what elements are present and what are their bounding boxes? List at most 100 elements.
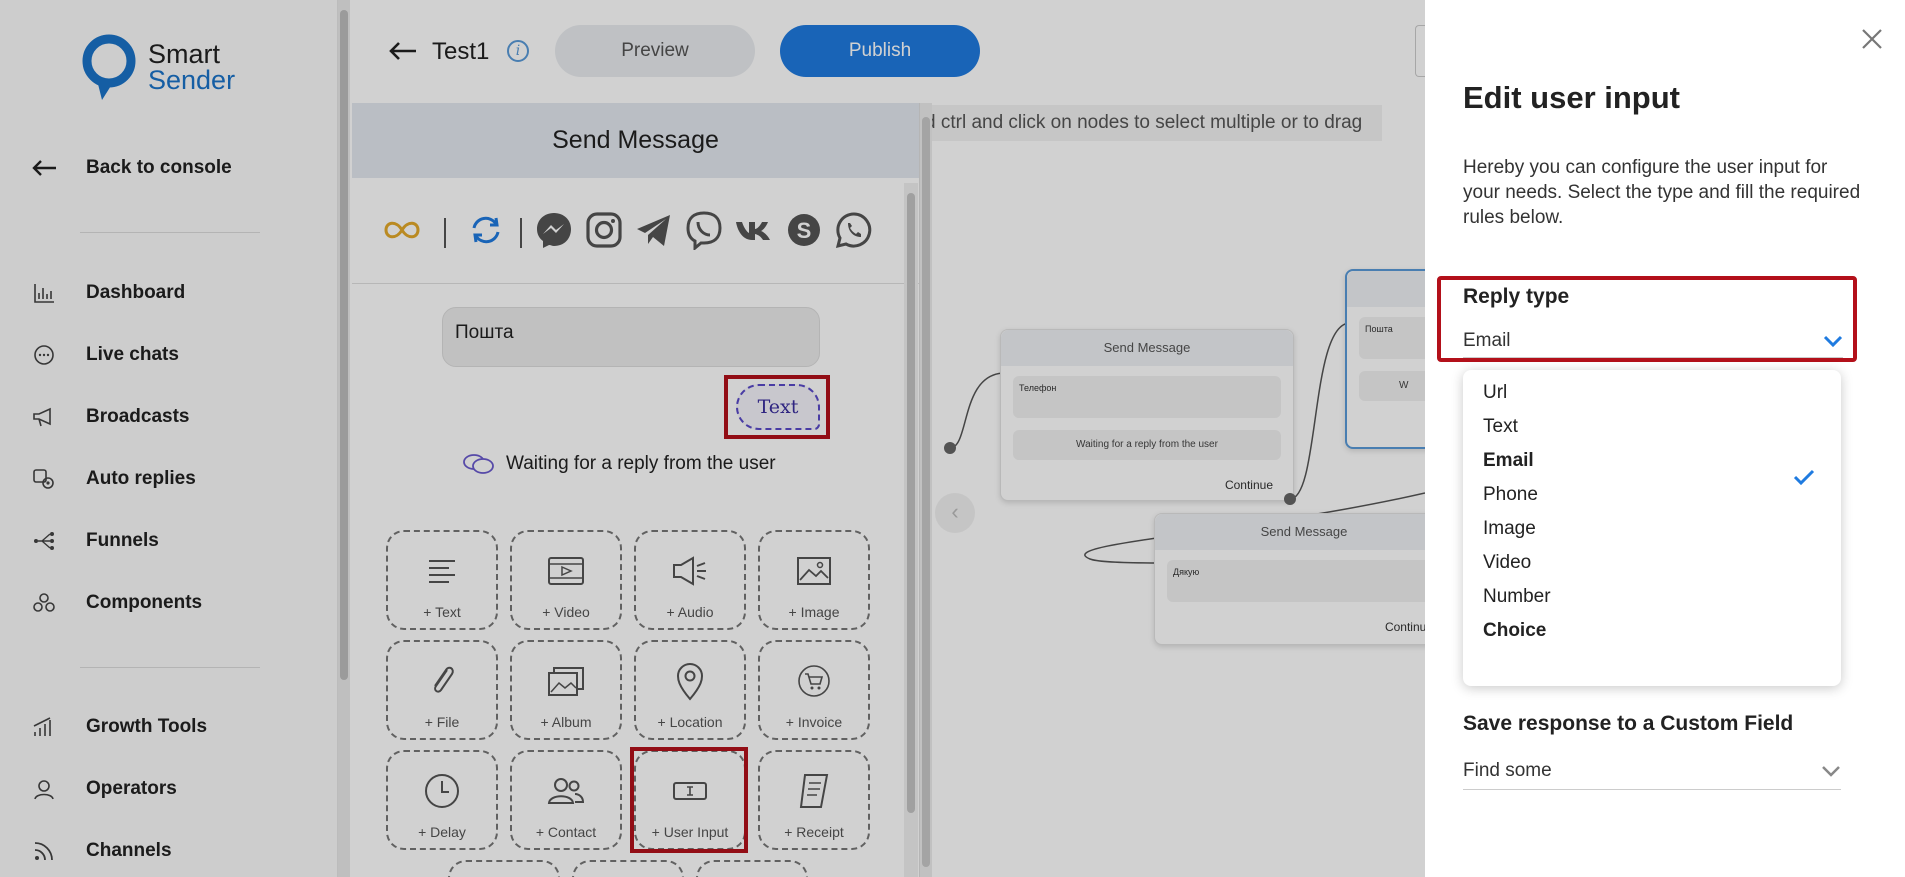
canvas-scrollbar[interactable] bbox=[920, 103, 932, 877]
add-audio-block[interactable]: + Audio bbox=[634, 530, 746, 630]
sidebar-item-live-chats[interactable]: Live chats bbox=[30, 340, 179, 370]
add-album-block[interactable]: + Album bbox=[510, 640, 622, 740]
node-message: Телефон bbox=[1013, 376, 1281, 418]
instagram-icon[interactable] bbox=[584, 210, 624, 250]
video-icon bbox=[512, 552, 620, 590]
custom-field-select[interactable]: Find some bbox=[1463, 760, 1841, 790]
add-contact-block[interactable]: + Contact bbox=[510, 750, 622, 850]
block-label: + Location bbox=[657, 714, 723, 730]
add-invoice-block[interactable]: + Invoice bbox=[758, 640, 870, 740]
scroll-thumb[interactable] bbox=[907, 193, 915, 813]
node-title: Send Message bbox=[1155, 514, 1425, 550]
sidebar-item-broadcasts[interactable]: Broadcasts bbox=[30, 402, 190, 432]
separator bbox=[444, 218, 446, 248]
info-icon[interactable]: i bbox=[507, 40, 529, 62]
paperclip-icon bbox=[388, 662, 496, 700]
logo: Smart Sender bbox=[80, 32, 235, 102]
option-image[interactable]: Image bbox=[1483, 518, 1536, 540]
connector-dot[interactable] bbox=[1284, 493, 1296, 505]
flow-node-selected[interactable]: Пошта W bbox=[1345, 269, 1425, 449]
vk-icon[interactable] bbox=[734, 210, 774, 250]
sidebar-item-funnels[interactable]: Funnels bbox=[30, 526, 159, 556]
custom-field-placeholder: Find some bbox=[1463, 760, 1552, 781]
sidebar-item-operators[interactable]: Operators bbox=[30, 774, 177, 804]
sidebar-scrollbar[interactable] bbox=[338, 0, 350, 877]
sidebar-item-dashboard[interactable]: Dashboard bbox=[30, 278, 185, 308]
checkmark-icon bbox=[1793, 468, 1815, 491]
option-text[interactable]: Text bbox=[1483, 416, 1518, 438]
node-title: Send Message bbox=[1001, 330, 1293, 366]
viber-icon[interactable] bbox=[684, 210, 724, 252]
drawer-title: Edit user input bbox=[1463, 80, 1680, 115]
bar-chart-icon bbox=[30, 281, 58, 305]
chevron-left-icon[interactable]: ‹ bbox=[935, 493, 975, 533]
sidebar-item-components[interactable]: Components bbox=[30, 588, 202, 618]
reply-type-tag[interactable]: Text bbox=[736, 384, 820, 430]
node-message: Пошта bbox=[1359, 317, 1425, 359]
block-partial[interactable] bbox=[448, 860, 560, 877]
funnel-icon bbox=[30, 529, 58, 553]
option-video[interactable]: Video bbox=[1483, 552, 1531, 574]
whatsapp-icon[interactable] bbox=[834, 210, 874, 250]
flow-node[interactable]: Send Message Дякую Continue bbox=[1154, 513, 1425, 645]
block-label: + Delay bbox=[418, 824, 466, 840]
flow-node[interactable]: Send Message Телефон Waiting for a reply… bbox=[1000, 329, 1294, 501]
add-video-block[interactable]: + Video bbox=[510, 530, 622, 630]
rss-icon bbox=[30, 839, 58, 863]
option-choice[interactable]: Choice bbox=[1483, 620, 1546, 642]
sidebar-item-growth-tools[interactable]: Growth Tools bbox=[30, 712, 207, 742]
sidebar: Smart Sender Back to console Dashboard L… bbox=[0, 0, 338, 877]
close-icon[interactable] bbox=[1857, 26, 1887, 56]
sidebar-item-auto-replies[interactable]: Auto replies bbox=[30, 464, 196, 494]
block-label: + Image bbox=[788, 604, 840, 620]
megaphone-icon bbox=[30, 405, 58, 429]
scroll-thumb[interactable] bbox=[922, 117, 930, 867]
sync-icon[interactable] bbox=[466, 210, 506, 250]
panel-scrollbar[interactable] bbox=[904, 183, 918, 877]
block-partial[interactable] bbox=[572, 860, 684, 877]
drawer-description: Hereby you can configure the user input … bbox=[1463, 157, 1861, 228]
preview-button[interactable]: Preview bbox=[555, 25, 755, 77]
scroll-thumb[interactable] bbox=[340, 10, 348, 680]
publish-button[interactable]: Publish bbox=[780, 25, 980, 77]
option-number[interactable]: Number bbox=[1483, 586, 1551, 608]
brand-line1: Smart bbox=[148, 39, 221, 69]
flow-title: Test1 bbox=[432, 38, 490, 65]
add-location-block[interactable]: + Location bbox=[634, 640, 746, 740]
chat-bubbles-icon bbox=[462, 453, 494, 475]
save-response-label: Save response to a Custom Field bbox=[1463, 712, 1794, 735]
chat-bubble-icon bbox=[30, 343, 58, 367]
node-waiting: W bbox=[1359, 371, 1425, 401]
block-partial[interactable] bbox=[696, 860, 808, 877]
messenger-icon[interactable] bbox=[534, 210, 574, 250]
sidebar-item-channels[interactable]: Channels bbox=[30, 836, 172, 866]
sidebar-item-label: Operators bbox=[86, 778, 177, 799]
components-icon bbox=[30, 591, 58, 615]
add-file-block[interactable]: + File bbox=[386, 640, 498, 740]
add-receipt-block[interactable]: + Receipt bbox=[758, 750, 870, 850]
back-to-console-link[interactable]: Back to console bbox=[30, 153, 232, 183]
block-label: + Receipt bbox=[784, 824, 844, 840]
reply-type-select[interactable]: Email bbox=[1463, 330, 1843, 358]
telegram-icon[interactable] bbox=[634, 210, 674, 250]
option-url[interactable]: Url bbox=[1483, 382, 1507, 404]
message-text-bubble[interactable]: Пошта bbox=[442, 307, 820, 367]
sidebar-item-label: Components bbox=[86, 592, 203, 613]
add-delay-block[interactable]: + Delay bbox=[386, 750, 498, 850]
option-email[interactable]: Email bbox=[1483, 450, 1534, 472]
skype-icon[interactable]: S bbox=[784, 210, 824, 250]
image-icon bbox=[760, 552, 868, 590]
add-image-block[interactable]: + Image bbox=[758, 530, 870, 630]
infinity-icon[interactable] bbox=[382, 210, 422, 250]
block-label: + Audio bbox=[666, 604, 714, 620]
arrow-left-icon bbox=[30, 156, 58, 180]
connector-dot[interactable] bbox=[944, 442, 956, 454]
back-button[interactable] bbox=[388, 36, 418, 70]
sidebar-item-label: Broadcasts bbox=[86, 406, 190, 427]
node-waiting: Waiting for a reply from the user bbox=[1013, 430, 1281, 460]
block-label: + Invoice bbox=[785, 714, 843, 730]
option-phone[interactable]: Phone bbox=[1483, 484, 1538, 506]
add-text-block[interactable]: + Text bbox=[386, 530, 498, 630]
app-workspace: Smart Sender Back to console Dashboard L… bbox=[0, 0, 1425, 877]
chevron-down-icon bbox=[1821, 762, 1841, 784]
